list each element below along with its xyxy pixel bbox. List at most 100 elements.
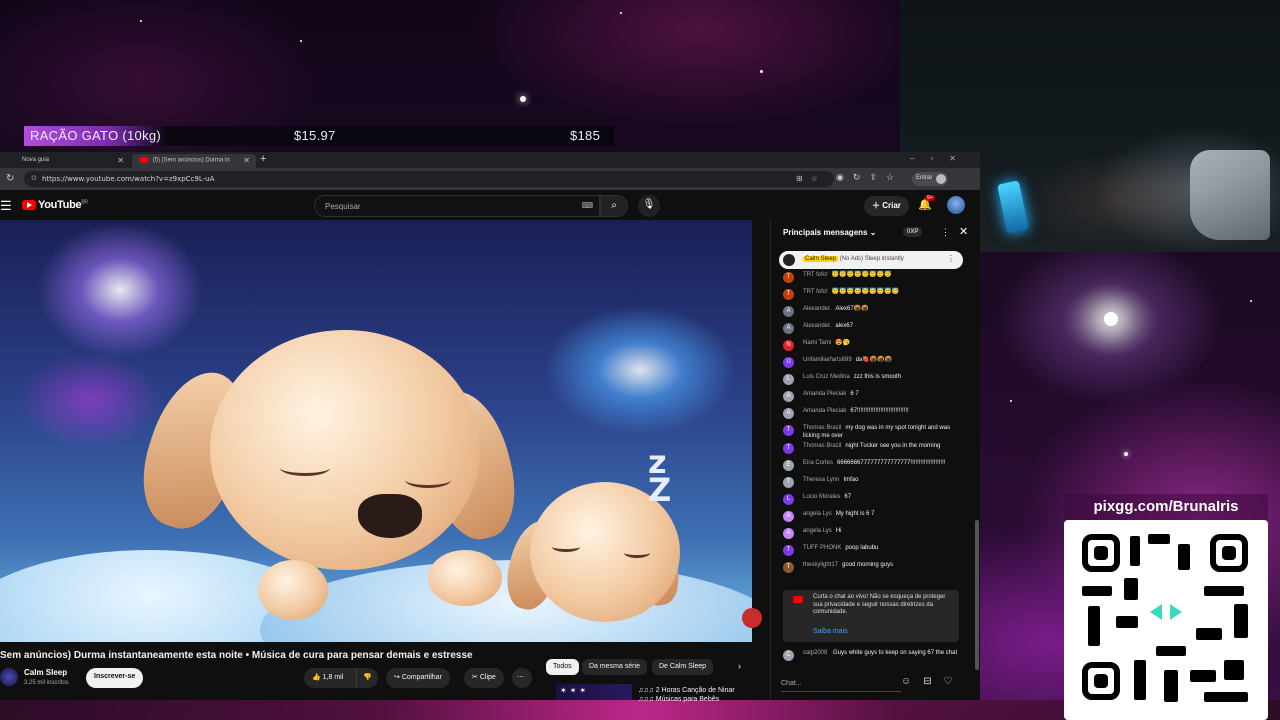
- url-action-icons[interactable]: ⊞☆: [796, 174, 826, 183]
- message-text: 😍🥱: [835, 340, 851, 346]
- puppy-paw: [428, 550, 502, 606]
- clip-button[interactable]: ✂ Clipe: [464, 668, 504, 688]
- message-text: good morning guys: [842, 562, 894, 568]
- super-chat-icon[interactable]: ⊟: [923, 676, 943, 687]
- subscribe-button[interactable]: Inscrever-se: [86, 668, 144, 688]
- search-button[interactable]: ⌕: [600, 195, 628, 217]
- emoji-icon[interactable]: ☺: [901, 676, 923, 687]
- refresh-icon[interactable]: ↻: [853, 172, 861, 182]
- learn-more-link[interactable]: Saiba mais: [813, 628, 848, 636]
- search-input[interactable]: Pesquisar ⌨: [314, 195, 600, 217]
- message-author: TUFF PHONK: [803, 545, 842, 551]
- heart-icon[interactable]: ♡: [944, 676, 965, 687]
- channel-name[interactable]: Calm Sleep: [24, 668, 67, 677]
- chip-same-series[interactable]: Da mesma série: [582, 659, 647, 675]
- star: [140, 20, 142, 22]
- chat-message-list: T TRT fofo! 😇😇😇😇😇😇😇😇 T TRT fofo! 😇😇😇😇😇😇😇😇😇 A Al…: [771, 270, 971, 630]
- thumbs-down-icon: 👎: [363, 674, 372, 681]
- tab-new[interactable]: Nova guia ✕: [14, 154, 130, 168]
- chat-message: T Thomas Brazil night Tucker see you in th…: [771, 441, 971, 458]
- keyboard-icon[interactable]: ⌨: [581, 201, 593, 210]
- share-button[interactable]: ↪ Compartilhar: [386, 668, 450, 688]
- like-count: 1,8 mil: [322, 674, 344, 681]
- puppy-head: [210, 330, 480, 570]
- puppy-nose: [358, 494, 422, 538]
- message-author: Lucio Morales: [803, 494, 841, 500]
- qr-module: [1124, 578, 1138, 600]
- close-icon[interactable]: ✕: [243, 156, 250, 165]
- avatar: A: [783, 511, 794, 522]
- thumbs-up-icon: 👍: [312, 674, 321, 681]
- notifications-button[interactable]: 🔔 9+: [918, 195, 935, 211]
- chip-from-channel[interactable]: De Calm Sleep: [652, 659, 714, 675]
- star: [1010, 400, 1012, 402]
- pinned-message[interactable]: Calm Sleep (No Ads) Sleep instantly ⋮: [779, 251, 963, 269]
- qr-module: [1156, 646, 1186, 656]
- chat-message: A Amanda Pieciak 6 7: [771, 389, 971, 406]
- signin-label: Entrar: [916, 175, 933, 181]
- xp-badge[interactable]: 0XP: [903, 227, 923, 237]
- youtube-logo[interactable]: YouTubeBR: [22, 199, 88, 211]
- donation-widget: pixgg.com/BrunaIris: [1064, 494, 1268, 720]
- avatar: U: [783, 357, 794, 368]
- window-controls[interactable]: –▫✕: [910, 154, 972, 163]
- chevron-right-icon[interactable]: ›: [738, 661, 741, 671]
- extension-icon[interactable]: ◉: [836, 172, 844, 182]
- channel-watermark[interactable]: [742, 608, 762, 628]
- message-text: night Tucker see you in the morning: [845, 443, 941, 449]
- tab-youtube[interactable]: (5) (Sem anúncios) Durma in ✕: [132, 154, 256, 168]
- qr-module: [1088, 606, 1100, 646]
- chat-input[interactable]: Chat...: [781, 676, 901, 692]
- create-button[interactable]: ＋ Criar: [864, 196, 909, 216]
- puppy-eye: [405, 472, 451, 488]
- chat-message: L Lucio Morales 67: [771, 492, 971, 509]
- account-avatar[interactable]: [947, 196, 965, 214]
- mic-button[interactable]: 🎙: [638, 195, 660, 217]
- avatar: E: [783, 460, 794, 471]
- chat-mode-label: Principais mensagens: [783, 228, 868, 237]
- video-player[interactable]: zZ: [0, 220, 752, 642]
- share-icon[interactable]: ⇪: [869, 172, 877, 182]
- notice-text: Curta o chat ao vivo! Não se esqueça de …: [813, 594, 946, 615]
- avatar: A: [783, 306, 794, 317]
- video-title: Sem anúncios) Durma instantaneamente est…: [0, 650, 473, 661]
- up-next-title[interactable]: ♫♫♫ 2 Horas Canção de Ninar ♫♫♫ Músicas …: [638, 686, 735, 704]
- signin-button[interactable]: Entrar: [912, 172, 948, 186]
- message-text: 😇😇😇😇😇😇😇😇: [831, 272, 892, 278]
- message-author: TRT fofo!: [803, 289, 828, 295]
- chat-scrollbar[interactable]: [975, 520, 979, 670]
- chat-message: A Alexander. alex67: [771, 321, 971, 338]
- channel-avatar[interactable]: [0, 668, 18, 686]
- chat-message: Ttheskylight17 good morning guys: [771, 560, 971, 577]
- extension-icons[interactable]: ◉ ↻ ⇪ ☆: [836, 172, 903, 183]
- more-actions-button[interactable]: ⋯: [512, 668, 532, 688]
- chevron-down-icon: ⌄: [869, 228, 877, 237]
- avatar: C: [783, 650, 794, 661]
- subscriber-count: 3,25 mil inscritos: [24, 680, 69, 686]
- avatar: [783, 254, 795, 266]
- message-text: Hi: [835, 528, 842, 534]
- close-icon[interactable]: ✕: [959, 225, 968, 238]
- close-icon[interactable]: ✕: [117, 156, 124, 165]
- avatar: T: [783, 425, 794, 436]
- like-button[interactable]: 👍 1,8 mil: [304, 668, 356, 688]
- new-tab-button[interactable]: +: [260, 153, 266, 165]
- menu-icon[interactable]: ☰: [0, 198, 12, 214]
- up-next-thumbnail[interactable]: ✶✶✶: [556, 684, 632, 700]
- favorites-icon[interactable]: ☆: [886, 172, 894, 182]
- tab-label: (5) (Sem anúncios) Durma in: [152, 157, 230, 164]
- dislike-button[interactable]: 👎: [356, 668, 378, 688]
- message-author: angela Lys: [803, 511, 832, 517]
- sleep-zzz-icon: zZ: [648, 443, 672, 509]
- message-text: 6 7: [850, 391, 859, 397]
- country-code: BR: [81, 199, 88, 206]
- avatar: T: [783, 289, 794, 300]
- avatar: T: [783, 272, 794, 283]
- url-field[interactable]: ⊙ https://www.youtube.com/watch?v=z9xpCc…: [24, 171, 834, 187]
- more-icon[interactable]: ⋮: [947, 254, 955, 263]
- chat-message: A Amanda Pieciak 67!!!!!!!!!!!!!!!!!!!!!!!…: [771, 406, 971, 423]
- chip-all[interactable]: Todos: [546, 659, 579, 675]
- chat-message: T Thomas Brazil my dog was in my spot toni…: [771, 423, 971, 441]
- reload-icon[interactable]: ↻: [6, 173, 14, 184]
- chat-menu-icon[interactable]: ⋮: [941, 227, 950, 238]
